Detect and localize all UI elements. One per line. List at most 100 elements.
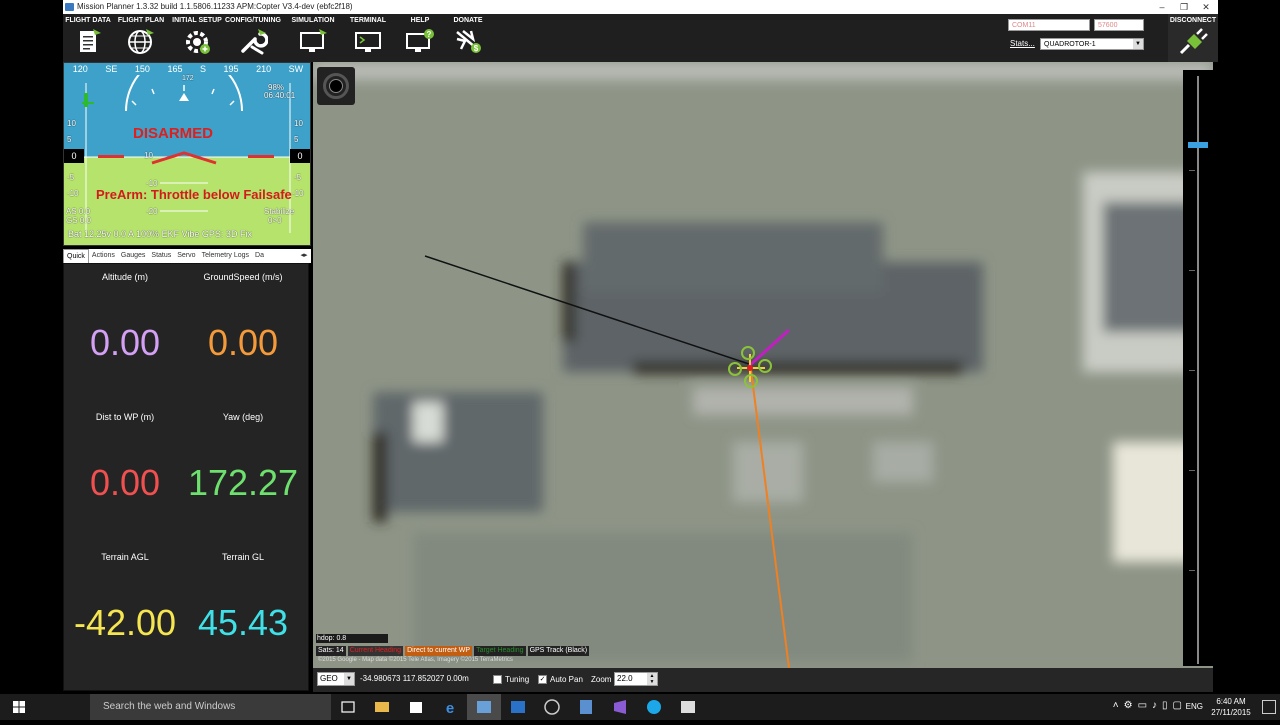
cursor-coordinates: -34.980673 117.852027 0.00m (360, 674, 469, 683)
autopan-checkbox[interactable]: ✓ (538, 675, 547, 684)
calculator-icon[interactable] (569, 694, 603, 720)
language-indicator[interactable]: ENG (1186, 702, 1203, 711)
groundspeed-text: GS 0.0 (66, 216, 91, 225)
quick-label: Altitude (m) (101, 272, 148, 282)
skype-icon[interactable] (637, 694, 671, 720)
quick-label: Terrain AGL (101, 552, 149, 562)
main-menu-bar: FLIGHT DATA FLIGHT PLAN INITIAL SETUP CO… (63, 14, 1218, 62)
quick-cell-terrain-agl[interactable]: Terrain AGL -42.00 (66, 544, 184, 683)
taskbar-search[interactable]: Search the web and Windows (90, 694, 331, 720)
menu-flight-plan[interactable]: FLIGHT PLAN (115, 14, 167, 62)
quick-value: 0.00 (89, 322, 161, 363)
clock-time: 6:40 AM (1216, 697, 1246, 706)
quick-label: Terrain GL (221, 552, 265, 562)
tab-gauges[interactable]: Gauges (118, 249, 149, 263)
spinner-icon[interactable]: ▲ ▼ (647, 673, 657, 685)
heading-tick: SW (288, 64, 304, 74)
quick-cell-groundspeed[interactable]: GroundSpeed (m/s) 0.00 (184, 264, 302, 403)
heading-tick: S (200, 64, 207, 74)
coordinate-system-select[interactable]: GEO ▼ (317, 672, 355, 686)
quick-cell-altitude[interactable]: Altitude (m) 0.00 (66, 264, 184, 403)
battery-status-line: Bat 12.25v 0.0 A 100% EKF Vibe GPS: 3D F… (68, 229, 252, 239)
close-button[interactable]: ✕ (1198, 0, 1214, 14)
map-legend: Sats: 14 Current Heading Direct to curre… (316, 646, 590, 656)
com-port-select[interactable]: COM11 (1008, 19, 1090, 31)
file-explorer-icon[interactable] (365, 694, 399, 720)
svg-text:?: ? (427, 30, 432, 39)
svg-text:$: $ (474, 44, 479, 53)
altitude-readout: 0 (290, 149, 310, 163)
outlook-icon[interactable] (501, 694, 535, 720)
map-zoom-slider[interactable] (1183, 70, 1213, 666)
autopan-label: Auto Pan (550, 675, 583, 684)
menu-config-tuning[interactable]: CONFIG/TUNING (225, 14, 281, 62)
tab-servo[interactable]: Servo (174, 249, 198, 263)
mission-planner-task-icon[interactable] (467, 694, 501, 720)
stats-link[interactable]: Stats... (1010, 39, 1035, 48)
map-copyright: ©2015 Google - Map data ©2015 Tele Atlas… (318, 657, 513, 663)
app-icon (65, 3, 74, 11)
tab-scroll-icon[interactable]: ◂▸ (297, 249, 311, 263)
quick-value: 45.43 (197, 602, 289, 643)
taskbar-clock[interactable]: 6:40 AM 27/11/2015 (1206, 696, 1256, 718)
globe-app-icon[interactable] (535, 694, 569, 720)
start-button[interactable] (0, 694, 38, 720)
tuning-checkbox[interactable] (493, 675, 502, 684)
menu-simulation[interactable]: SIMULATION (285, 14, 341, 62)
map-zoom-control[interactable] (317, 67, 355, 105)
mission-planner-window: Mission Planner 1.3.32 build 1.1.5806.11… (0, 0, 1280, 720)
edge-browser-icon[interactable]: e (433, 694, 467, 720)
vehicle-profile-select[interactable]: QUADROTOR-1 ▼ (1040, 38, 1144, 50)
volume-icon[interactable]: ♪ (1152, 700, 1157, 711)
baud-rate-select[interactable]: 57600 (1094, 19, 1144, 31)
disconnect-button[interactable]: DISCONNECT (1168, 14, 1218, 62)
legend-target-heading: Target Heading (474, 646, 526, 656)
tab-dataflash[interactable]: Da (252, 249, 267, 263)
speed-readout: 0 (64, 149, 84, 163)
quick-cell-yaw[interactable]: Yaw (deg) 172.27 (184, 404, 302, 543)
app-window-icon[interactable] (671, 694, 705, 720)
zoom-label: Zoom (591, 675, 612, 684)
heading-tick: 195 (223, 64, 239, 74)
right-tape-label: 10 (294, 119, 303, 128)
quick-cell-dist-to-wp[interactable]: Dist to WP (m) 0.00 (66, 404, 184, 543)
menu-donate[interactable]: DONATE $ (445, 14, 491, 62)
data-tabs: Quick Actions Gauges Status Servo Teleme… (63, 249, 311, 263)
chevron-up-icon[interactable]: ˄ (1113, 700, 1119, 711)
visual-studio-icon[interactable] (603, 694, 637, 720)
tab-status[interactable]: Status (148, 249, 174, 263)
menu-flight-data[interactable]: FLIGHT DATA (63, 14, 113, 62)
donate-plane-icon: $ (456, 30, 481, 53)
hud-display[interactable]: 120 SE 150 165 S 195 210 SW 172 98% 06:4… (63, 62, 311, 246)
store-icon[interactable] (399, 694, 433, 720)
zoom-icon (329, 79, 343, 93)
satellite-map[interactable] (313, 62, 1213, 668)
menu-terminal[interactable]: TERMINAL (343, 14, 393, 62)
zoom-slider-thumb[interactable] (1188, 142, 1208, 148)
menu-help[interactable]: HELP ? (395, 14, 445, 62)
heading-tick: 150 (134, 64, 150, 74)
tab-telemetry-logs[interactable]: Telemetry Logs (199, 249, 252, 263)
task-view-icon[interactable] (331, 694, 365, 720)
clock-date: 27/11/2015 (1211, 708, 1251, 717)
legend-gps-track: GPS Track (Black) (527, 646, 590, 656)
legend-direct-wp: Direct to current WP (405, 646, 473, 656)
minimize-button[interactable]: – (1154, 0, 1170, 14)
airspeed-text: AS 0.0 (66, 207, 91, 216)
globe-icon (128, 29, 154, 54)
zoom-input[interactable]: 22.0 ▲ ▼ (614, 672, 658, 686)
network-icon[interactable]: ⚙ (1124, 700, 1133, 711)
quick-label: Yaw (deg) (222, 412, 264, 422)
quick-cell-terrain-gl[interactable]: Terrain GL 45.43 (184, 544, 302, 683)
menu-initial-setup[interactable]: INITIAL SETUP (169, 14, 225, 62)
quick-label: GroundSpeed (m/s) (203, 272, 283, 282)
right-tape-label: -5 (294, 173, 302, 182)
restore-button[interactable]: ❐ (1176, 0, 1192, 14)
wifi-icon[interactable]: ▭ (1138, 700, 1147, 711)
tab-actions[interactable]: Actions (89, 249, 118, 263)
action-center-icon[interactable] (1262, 700, 1276, 714)
tab-quick[interactable]: Quick (63, 249, 89, 263)
display-icon[interactable]: ▢ (1173, 700, 1182, 711)
right-tape-label: 5 (294, 135, 299, 144)
battery-icon[interactable]: ▯ (1162, 700, 1168, 711)
